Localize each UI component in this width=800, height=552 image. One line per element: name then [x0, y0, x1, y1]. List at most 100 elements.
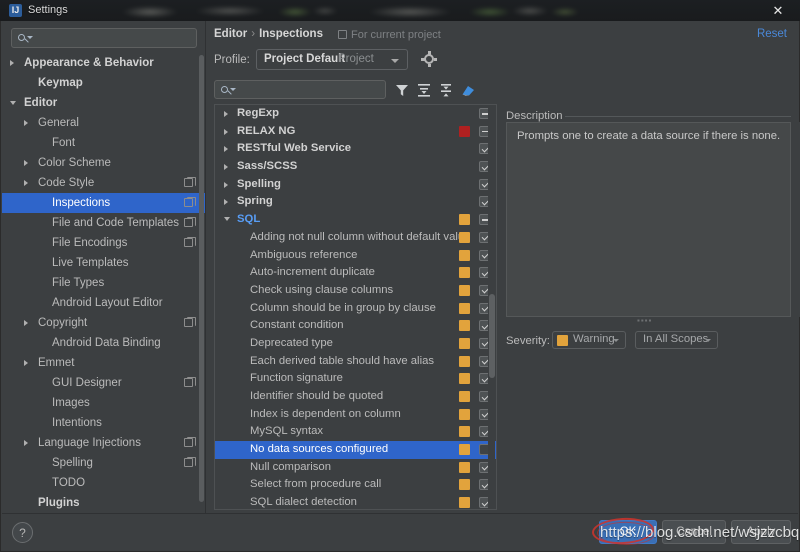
sidebar-item-live-templates[interactable]: Live Templates — [2, 253, 205, 273]
sidebar-item-file-and-code-templates[interactable]: File and Code Templates — [2, 213, 205, 233]
chevron-right-icon[interactable] — [24, 320, 28, 326]
filter-icon[interactable] — [393, 81, 411, 99]
chevron-right-icon[interactable] — [24, 120, 28, 126]
collapse-all-icon[interactable] — [437, 81, 455, 99]
severity-swatch-warning[interactable] — [459, 337, 470, 349]
inspection-row[interactable]: Spring — [215, 193, 496, 211]
inspection-row[interactable]: SQL dialect detection — [215, 494, 496, 509]
sidebar-item-inspections[interactable]: Inspections — [2, 193, 205, 213]
sidebar-item-code-style[interactable]: Code Style — [2, 173, 205, 193]
inspection-row[interactable]: Null comparison — [215, 459, 496, 477]
inspection-row[interactable]: SQL — [215, 211, 496, 229]
inspection-row[interactable]: Sass/SCSS — [215, 158, 496, 176]
copy-settings-icon[interactable] — [184, 376, 196, 387]
sidebar-item-language-injections[interactable]: Language Injections — [2, 433, 205, 453]
copy-settings-icon[interactable] — [184, 436, 196, 447]
sidebar-item-gui-designer[interactable]: GUI Designer — [2, 373, 205, 393]
inspection-row[interactable]: Column should be in group by clause — [215, 300, 496, 318]
sidebar-item-images[interactable]: Images — [2, 393, 205, 413]
severity-swatch-warning[interactable] — [459, 355, 470, 367]
chevron-down-icon[interactable] — [224, 217, 230, 222]
sidebar-item-emmet[interactable]: Emmet — [2, 353, 205, 373]
sidebar-scrollbar[interactable] — [199, 55, 204, 510]
help-button[interactable]: ? — [12, 522, 33, 543]
cancel-button[interactable]: Cancel — [662, 520, 726, 544]
gear-icon[interactable] — [420, 50, 438, 68]
severity-swatch-warning[interactable] — [459, 444, 470, 456]
inspection-row[interactable]: Each derived table should have alias — [215, 353, 496, 371]
sidebar-item-spelling[interactable]: Spelling — [2, 453, 205, 473]
inspection-row[interactable]: Spelling — [215, 176, 496, 194]
inspection-row[interactable]: RELAX NG — [215, 123, 496, 141]
severity-swatch-warning[interactable] — [459, 391, 470, 402]
close-icon[interactable]: ✕ — [756, 0, 800, 21]
severity-swatch-warning[interactable] — [459, 320, 470, 332]
chevron-right-icon[interactable] — [24, 440, 28, 446]
severity-swatch-warning[interactable] — [459, 408, 470, 420]
inspection-row[interactable]: Identifier should be quoted — [215, 388, 496, 406]
chevron-right-icon[interactable] — [24, 180, 28, 186]
inspection-row[interactable]: Adding not null column without default v… — [215, 229, 496, 247]
chevron-right-icon[interactable] — [224, 181, 228, 188]
severity-swatch-warning[interactable] — [459, 267, 470, 279]
severity-swatch-warning[interactable] — [459, 249, 470, 261]
inspection-row[interactable]: Function signature — [215, 370, 496, 388]
copy-settings-icon[interactable] — [184, 236, 196, 247]
severity-swatch-warning[interactable] — [459, 497, 470, 509]
inspection-row[interactable]: Constant condition — [215, 317, 496, 335]
severity-swatch-warning[interactable] — [459, 479, 470, 491]
severity-swatch-warning[interactable] — [459, 461, 470, 473]
copy-settings-icon[interactable] — [184, 216, 196, 227]
sidebar-item-android-layout-editor[interactable]: Android Layout Editor — [2, 293, 205, 313]
inspection-row[interactable]: Deprecated type — [215, 335, 496, 353]
reset-link[interactable]: Reset — [757, 28, 787, 40]
chevron-right-icon[interactable] — [224, 164, 228, 171]
copy-settings-icon[interactable] — [184, 176, 196, 187]
severity-swatch-warning[interactable] — [459, 214, 470, 226]
breadcrumb-root[interactable]: Editor — [214, 28, 247, 40]
chevron-right-icon[interactable] — [224, 199, 228, 206]
chevron-right-icon[interactable] — [10, 60, 14, 66]
sidebar-item-file-encodings[interactable]: File Encodings — [2, 233, 205, 253]
inspection-row[interactable]: Ambiguous reference — [215, 247, 496, 265]
inspections-tree-scrollbar[interactable] — [488, 106, 495, 509]
inspection-row[interactable]: MySQL syntax — [215, 423, 496, 441]
inspection-row[interactable]: Index is dependent on column — [215, 406, 496, 424]
sidebar-item-general[interactable]: General — [2, 113, 205, 133]
ok-button[interactable]: OK — [599, 520, 657, 544]
inspections-search-input[interactable] — [214, 80, 386, 99]
inspection-row[interactable]: Select from procedure call — [215, 476, 496, 494]
sidebar-item-appearance-behavior[interactable]: Appearance & Behavior — [2, 53, 205, 73]
sidebar-item-todo[interactable]: TODO — [2, 473, 205, 493]
sidebar-item-keymap[interactable]: Keymap — [2, 73, 205, 93]
sidebar-item-plugins[interactable]: Plugins — [2, 493, 205, 511]
resize-grip[interactable]: ▪▪▪▪ — [637, 317, 655, 325]
severity-combobox[interactable]: Warning — [552, 331, 626, 349]
sidebar-item-android-data-binding[interactable]: Android Data Binding — [2, 333, 205, 353]
apply-button[interactable]: Apply — [731, 520, 791, 544]
inspection-row[interactable]: No data sources configured — [215, 441, 496, 459]
chevron-right-icon[interactable] — [224, 111, 228, 117]
expand-all-icon[interactable] — [415, 81, 433, 99]
severity-swatch-warning[interactable] — [459, 373, 470, 385]
sidebar-item-file-types[interactable]: File Types — [2, 273, 205, 293]
copy-settings-icon[interactable] — [184, 316, 196, 327]
chevron-right-icon[interactable] — [224, 128, 228, 135]
chevron-down-icon[interactable] — [10, 101, 16, 105]
sidebar-item-font[interactable]: Font — [2, 133, 205, 153]
chevron-right-icon[interactable] — [24, 160, 28, 166]
chevron-right-icon[interactable] — [224, 146, 228, 153]
description-scrollbar[interactable] — [795, 122, 800, 317]
copy-settings-icon[interactable] — [184, 456, 196, 467]
scope-combobox[interactable]: In All Scopes — [635, 331, 718, 349]
inspection-row[interactable]: Auto-increment duplicate — [215, 264, 496, 282]
severity-swatch-error[interactable] — [459, 125, 470, 137]
severity-swatch-warning[interactable] — [459, 302, 470, 314]
inspection-row[interactable]: RESTful Web Service — [215, 140, 496, 158]
sidebar-item-editor[interactable]: Editor — [2, 93, 205, 113]
sidebar-item-copyright[interactable]: Copyright — [2, 313, 205, 333]
sidebar-scrollbar-thumb[interactable] — [199, 55, 204, 502]
severity-swatch-warning[interactable] — [459, 284, 470, 296]
chevron-right-icon[interactable] — [24, 360, 28, 366]
sidebar-search-input[interactable] — [11, 28, 197, 48]
